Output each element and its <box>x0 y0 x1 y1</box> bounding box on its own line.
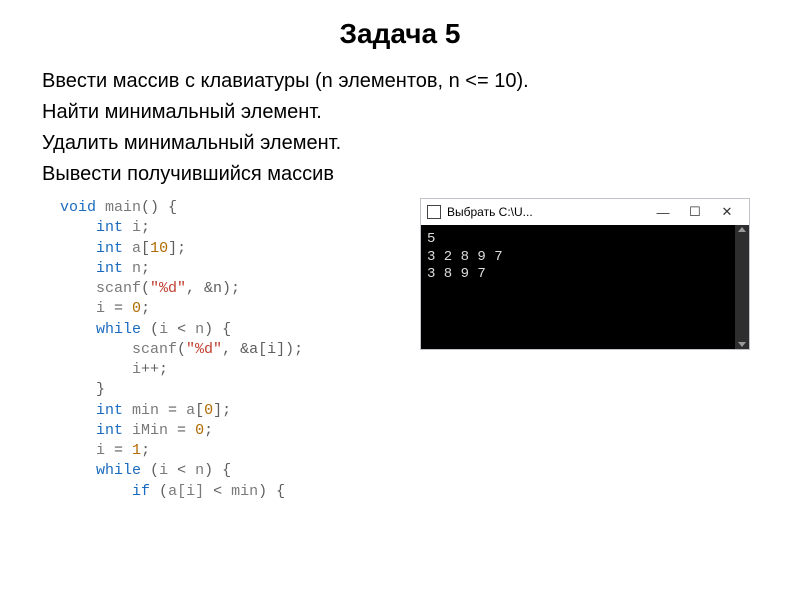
code-line: int n; <box>60 259 400 279</box>
code-line: void main() { <box>60 198 400 218</box>
code-line: } <box>60 380 400 400</box>
desc-line-4: Вывести получившийся массив <box>42 161 770 188</box>
code-line: i = 1; <box>60 441 400 461</box>
code-line: scanf("%d", &a[i]); <box>60 340 400 360</box>
code-line: while (i < n) { <box>60 320 400 340</box>
console-titlebar[interactable]: Выбрать C:\U... — ☐ ✕ <box>421 199 749 225</box>
app-icon <box>427 205 441 219</box>
code-line: i = 0; <box>60 299 400 319</box>
code-line: int a[10]; <box>60 239 400 259</box>
code-line: int min = a[0]; <box>60 401 400 421</box>
page-title: Задача 5 <box>30 18 770 50</box>
code-line: int i; <box>60 218 400 238</box>
console-line: 5 <box>427 231 435 247</box>
console-title: Выбрать C:\U... <box>447 205 533 219</box>
console-output: 5 3 2 8 9 7 3 8 9 7 <box>421 225 749 349</box>
console-window: Выбрать C:\U... — ☐ ✕ 5 3 2 8 9 7 3 8 9 … <box>420 198 750 350</box>
scroll-down-icon[interactable] <box>738 342 746 347</box>
scrollbar[interactable] <box>735 225 749 349</box>
close-button[interactable]: ✕ <box>711 201 743 223</box>
console-line: 3 8 9 7 <box>427 266 486 282</box>
code-line: while (i < n) { <box>60 461 400 481</box>
console-line: 3 2 8 9 7 <box>427 249 503 265</box>
maximize-button[interactable]: ☐ <box>679 201 711 223</box>
desc-line-3: Удалить минимальный элемент. <box>42 130 770 157</box>
code-line: int iMin = 0; <box>60 421 400 441</box>
code-editor: void main() { int i; int a[10]; int n; s… <box>30 198 400 502</box>
code-line: i++; <box>60 360 400 380</box>
desc-line-2: Найти минимальный элемент. <box>42 99 770 126</box>
scroll-up-icon[interactable] <box>738 227 746 232</box>
desc-line-1: Ввести массив с клавиатуры (n элементов,… <box>42 68 770 95</box>
code-line: if (a[i] < min) { <box>60 482 400 502</box>
minimize-button[interactable]: — <box>647 201 679 223</box>
code-line: scanf("%d", &n); <box>60 279 400 299</box>
